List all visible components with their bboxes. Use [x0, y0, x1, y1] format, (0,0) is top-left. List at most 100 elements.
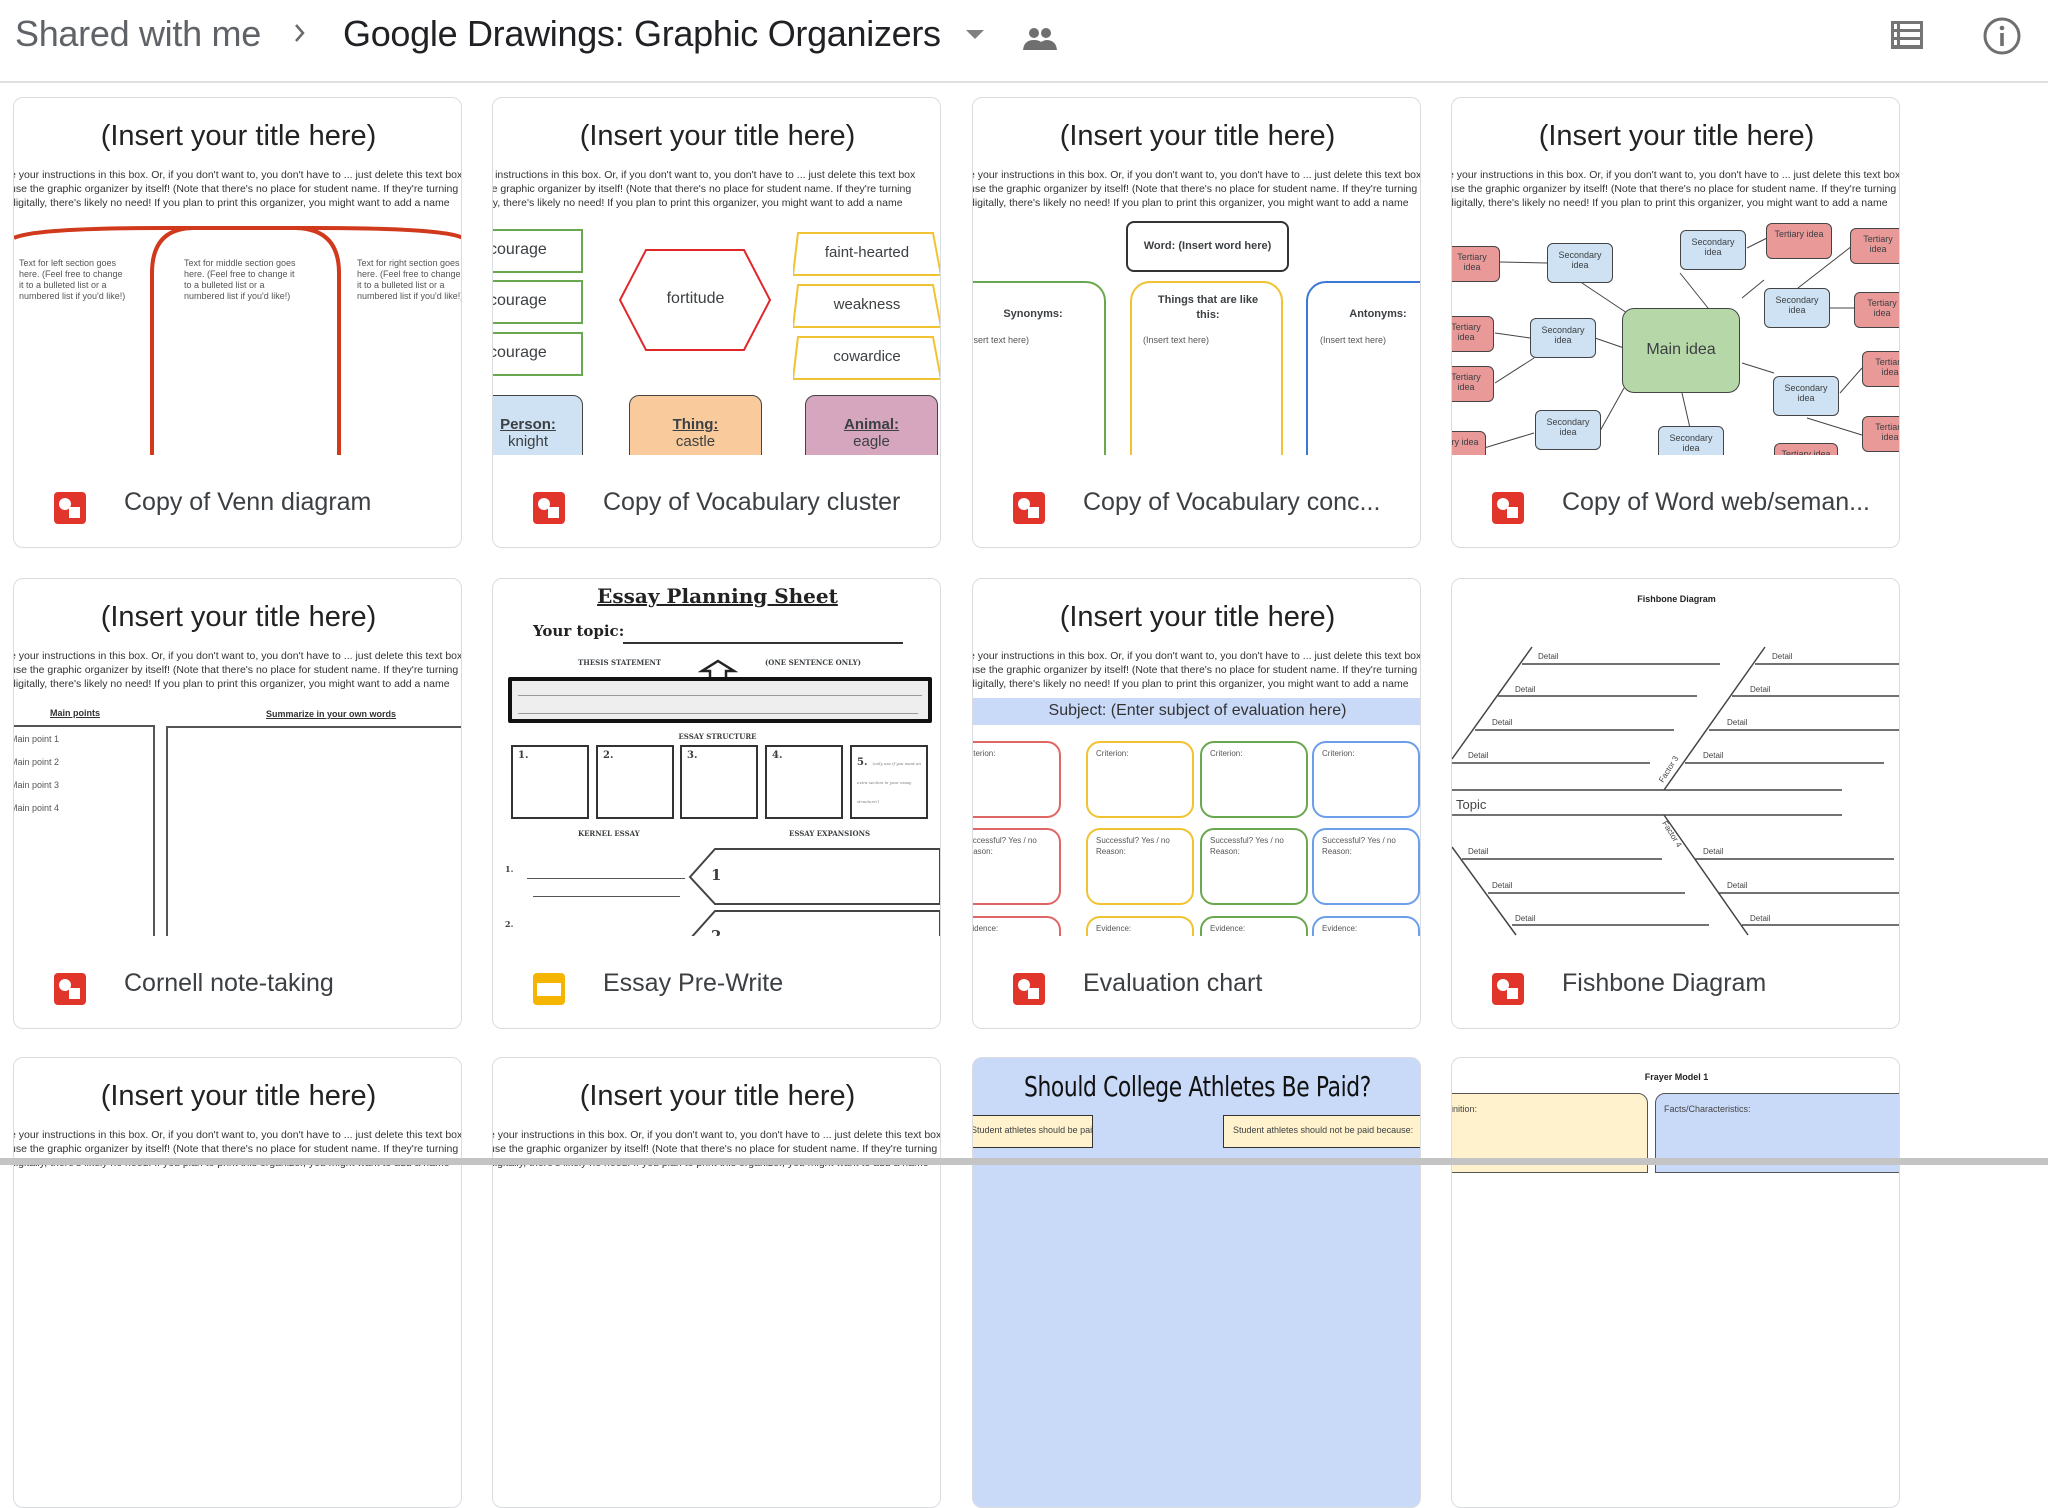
kernel-row-number: 1.	[505, 864, 514, 874]
file-card[interactable]: (Insert your title here) e your instruct…	[13, 1057, 462, 1508]
file-card[interactable]: (Insert your title here) e your instruct…	[13, 97, 462, 548]
file-card[interactable]: (Insert your title here) e your instruct…	[1451, 97, 1900, 548]
tertiary-node: Tertiary idea	[1774, 443, 1838, 455]
column-placeholder: (Insert text here)	[1143, 335, 1210, 345]
folder-header: Shared with me Google Drawings: Graphic …	[0, 0, 2048, 83]
factor-label: Factor 3	[1657, 754, 1680, 784]
venn-middle-text: Text for middle section goes here. (Feel…	[184, 258, 296, 301]
file-thumbnail: (Insert your title here) e your instruct…	[14, 1058, 461, 1415]
thumb-title: (Insert your title here)	[100, 1080, 377, 1112]
file-thumbnail: (Insert your title here) e your instruct…	[14, 579, 462, 936]
main-point: Main point 4	[14, 803, 60, 813]
structure-box: 2.	[596, 745, 674, 819]
drawings-file-icon	[54, 973, 86, 1005]
detail-label: Detail	[1492, 881, 1513, 890]
file-name[interactable]: Essay Pre-Write	[603, 969, 783, 998]
main-point: Main point 3	[14, 780, 60, 790]
file-name[interactable]: Copy of Venn diagram	[124, 488, 371, 517]
caret-down-icon[interactable]	[966, 30, 984, 39]
horizontal-scrollbar[interactable]	[0, 1158, 2048, 1165]
vocab-word-box: courage	[493, 332, 583, 376]
detail-label: Detail	[1515, 685, 1536, 694]
breadcrumb-current-folder[interactable]: Google Drawings: Graphic Organizers	[343, 12, 941, 56]
up-arrow-icon	[698, 659, 738, 679]
file-thumbnail: (Insert your title here) e your instruct…	[1452, 98, 1899, 455]
kernel-label: KERNEL ESSAY	[578, 829, 640, 838]
file-name[interactable]: Copy of Vocabulary cluster	[603, 488, 900, 517]
vocab-antonym: faint-hearted	[824, 244, 910, 261]
tertiary-node: Tertiary idea	[1452, 246, 1500, 282]
detail-label: Detail	[1727, 881, 1748, 890]
thesis-label: THESIS STATEMENT	[578, 658, 662, 667]
word-box: Word: (Insert word here)	[1126, 221, 1289, 272]
list-view-icon[interactable]	[1890, 20, 1924, 50]
vocab-antonym: weakness	[833, 296, 901, 313]
structure-box: 1.	[511, 745, 589, 819]
detail-label: Detail	[1538, 652, 1559, 661]
file-thumbnail: (Insert your title here) e your instruct…	[493, 1058, 940, 1415]
file-footer: Copy of Word web/seman...	[1452, 455, 1899, 547]
evaluation-cell: Evidence:	[1086, 916, 1194, 936]
file-card[interactable]: Fishbone Diagram Detail Detail Detail De…	[1451, 578, 1900, 1029]
file-name[interactable]: Copy of Word web/seman...	[1562, 488, 1870, 517]
breadcrumb-shared-with-me[interactable]: Shared with me	[15, 12, 261, 56]
vocab-word-box: courage	[493, 280, 583, 324]
file-name[interactable]: Copy of Vocabulary conc...	[1083, 488, 1380, 517]
file-card[interactable]: (Insert your title here) e your instruct…	[492, 1057, 941, 1508]
people-icon[interactable]	[1022, 26, 1058, 52]
file-name[interactable]: Fishbone Diagram	[1562, 969, 1766, 998]
thumb-title: (Insert your title here)	[100, 601, 377, 633]
file-thumbnail: (Insert your title here) e your instruct…	[14, 98, 462, 455]
file-thumbnail: (Insert your title here) e your instruct…	[973, 98, 1420, 455]
file-thumbnail: (Insert your title here) e your instruct…	[493, 98, 940, 455]
column-heading: Antonyms:	[1349, 308, 1407, 320]
file-card[interactable]: (Insert your title here) e your instruct…	[492, 97, 941, 548]
debate-title: Should College Athletes Be Paid?	[1024, 1070, 1371, 1103]
file-card[interactable]: Should College Athletes Be Paid? Student…	[972, 1057, 1421, 1508]
topic-line	[623, 642, 903, 644]
slides-file-icon	[533, 973, 565, 1005]
file-thumbnail: Essay Planning Sheet Your topic: THESIS …	[493, 579, 940, 936]
detail-label: Detail	[1703, 847, 1724, 856]
detail-label: Detail	[1727, 718, 1748, 727]
one-sentence-label: (ONE SENTENCE ONLY)	[765, 658, 861, 667]
vocab-center-word: fortitude	[666, 290, 725, 307]
file-footer: Evaluation chart	[973, 936, 1420, 1028]
structure-box: 3.	[680, 745, 758, 819]
info-icon[interactable]	[1982, 16, 2022, 56]
file-card[interactable]: Essay Planning Sheet Your topic: THESIS …	[492, 578, 941, 1029]
file-card[interactable]: (Insert your title here) e your instruct…	[972, 578, 1421, 1029]
expansion-number: 2	[711, 927, 722, 936]
evaluation-cell: Successful? Yes / noReason:	[1312, 828, 1420, 905]
expansion-arrows	[688, 848, 940, 936]
tertiary-node: Tertiary idea	[1452, 366, 1494, 402]
fishbone-lines: Detail Detail Detail Detail Detail Detai…	[1452, 646, 1899, 936]
secondary-node: Secondary idea	[1530, 318, 1596, 358]
expansion-number: 1	[711, 866, 722, 884]
thumb-instructions: e your instructions in this box. Or, if …	[14, 650, 462, 690]
file-name[interactable]: Cornell note-taking	[124, 969, 334, 998]
tertiary-node: Tertiary idea	[1452, 316, 1494, 352]
file-thumbnail: Frayer Model 1 Definition: Facts/Charact…	[1452, 1058, 1899, 1415]
vocab-word-box: courage	[493, 229, 583, 273]
file-card[interactable]: (Insert your title here) e your instruct…	[13, 578, 462, 1029]
structure-box: 4.	[765, 745, 843, 819]
subject-bar: Subject: (Enter subject of evaluation he…	[973, 698, 1420, 725]
evaluation-cell: Criterion:	[1086, 741, 1194, 818]
thumb-instructions: e your instructions in this box. Or, if …	[973, 650, 1421, 690]
thumb-title: (Insert your title here)	[579, 1080, 856, 1112]
structure-box: 5. (only use if you want an extra sectio…	[850, 745, 928, 819]
file-footer: Copy of Vocabulary conc...	[973, 455, 1420, 547]
venn-right-text: Text for right section goes here. (Feel …	[357, 258, 462, 301]
file-name[interactable]: Evaluation chart	[1083, 969, 1262, 998]
main-point: Main point 2	[14, 757, 60, 767]
thumb-title: (Insert your title here)	[1059, 601, 1336, 633]
vocab-antonym: cowardice	[833, 348, 901, 365]
expansions-label: ESSAY EXPANSIONS	[789, 829, 871, 838]
column-heading: Synonyms:	[1003, 308, 1063, 320]
file-footer: Cornell note-taking	[14, 936, 461, 1028]
file-card[interactable]: (Insert your title here) e your instruct…	[972, 97, 1421, 548]
thesis-line	[518, 695, 922, 696]
tertiary-node: Tertiary idea	[1850, 228, 1899, 264]
file-card[interactable]: Frayer Model 1 Definition: Facts/Charact…	[1451, 1057, 1900, 1508]
